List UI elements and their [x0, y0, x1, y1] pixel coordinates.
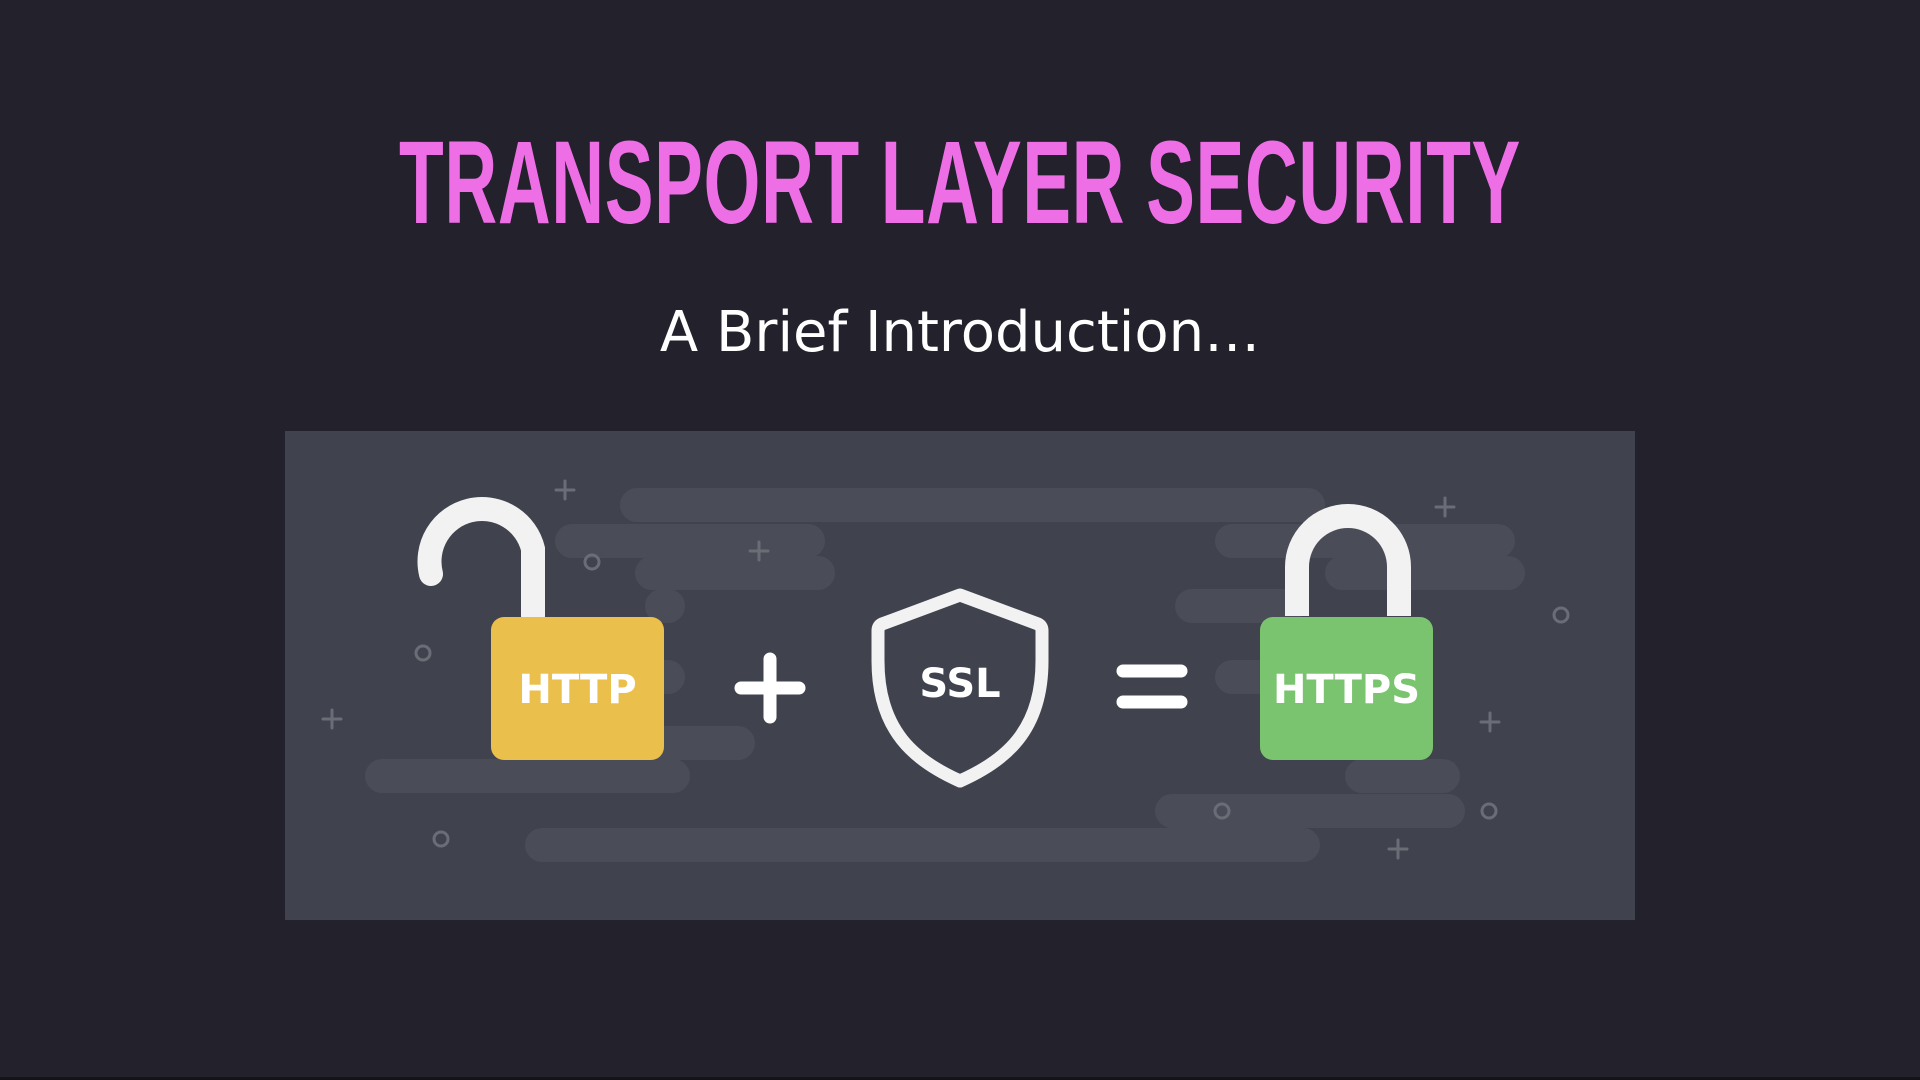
- plus-icon: [734, 652, 806, 724]
- https-label: HTTPS: [1273, 667, 1420, 713]
- slide-title: TRANSPORT LAYER SECURITY: [399, 117, 1521, 249]
- http-label: HTTP: [518, 667, 636, 713]
- illustration-canvas: HTTP SSL HTTPS: [321, 479, 1570, 862]
- slide-subtitle: A Brief Introduction…: [659, 300, 1261, 365]
- slide: TRANSPORT LAYER SECURITY A Brief Introdu…: [0, 0, 1920, 1080]
- equals-icon: [1116, 664, 1188, 709]
- ssl-label: SSL: [919, 661, 1000, 707]
- http-plus-ssl-illustration: HTTP SSL HTTPS: [285, 431, 1635, 920]
